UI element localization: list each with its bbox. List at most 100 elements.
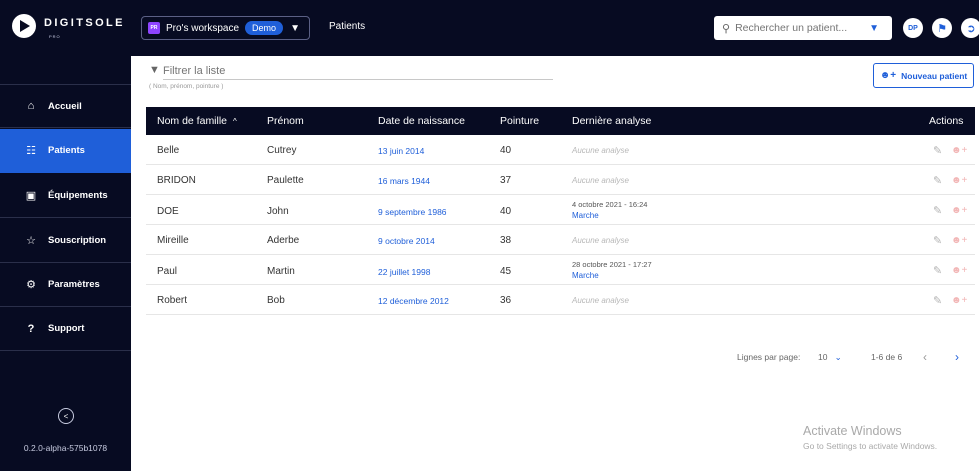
edit-icon[interactable]: ✎ xyxy=(933,234,942,247)
home-icon: ⌂ xyxy=(27,100,35,112)
sidebar-item-souscription[interactable]: ☆ Souscription xyxy=(0,219,131,263)
breadcrumb[interactable]: Patients xyxy=(329,21,365,32)
cell-lastname: Paul xyxy=(157,266,178,277)
cell-analysis: Aucune analyse xyxy=(572,236,629,245)
patient-search[interactable]: ⚲ ▼ xyxy=(714,16,892,40)
header-lastname-label: Nom de famille xyxy=(157,115,228,127)
cell-size: 45 xyxy=(500,266,512,277)
cell-size: 40 xyxy=(500,145,512,156)
sidebar-item-label: Accueil xyxy=(48,100,82,112)
rows-per-page-value: 10 xyxy=(818,352,828,362)
sidebar-item-support[interactable]: ? Support xyxy=(0,307,131,351)
cell-firstname: Aderbe xyxy=(267,235,300,246)
search-input[interactable] xyxy=(735,22,864,34)
gear-icon: ⚙ xyxy=(26,279,36,291)
cell-birthdate: 13 juin 2014 xyxy=(378,146,425,156)
sidebar-item-equipements[interactable]: ▣ Équipements xyxy=(0,174,131,218)
add-analysis-icon[interactable]: ☻+ xyxy=(951,265,967,276)
cell-firstname: Martin xyxy=(267,266,295,277)
cell-firstname: Bob xyxy=(267,295,285,306)
cell-birthdate: 9 septembre 1986 xyxy=(378,207,447,217)
cell-analysis-date: 4 octobre 2021 - 16:24 xyxy=(572,200,648,209)
cell-lastname: Robert xyxy=(157,295,188,306)
table-header: Nom de famille ^ Prénom Date de naissanc… xyxy=(146,107,975,135)
sidebar-item-accueil[interactable]: ⌂ Accueil xyxy=(0,84,131,128)
equipment-icon: ▣ xyxy=(25,190,37,202)
sidebar-item-label: Équipements xyxy=(48,190,108,201)
edit-icon[interactable]: ✎ xyxy=(933,174,942,187)
sidebar-item-label: Paramètres xyxy=(48,279,100,290)
brand-mark-icon xyxy=(12,14,36,38)
top-bar: DIGITSOLE PRO PR Pro's workspace Demo ▼ … xyxy=(0,0,979,56)
cell-lastname: Belle xyxy=(157,145,180,156)
table-row[interactable]: Belle Cutrey 13 juin 2014 40 Aucune anal… xyxy=(146,136,975,165)
add-analysis-icon[interactable]: ☻+ xyxy=(951,145,967,156)
add-analysis-icon[interactable]: ☻+ xyxy=(951,175,967,186)
chevron-right-icon[interactable]: › xyxy=(955,350,959,364)
cell-birthdate: 16 mars 1944 xyxy=(378,176,430,186)
brand-sub: PRO xyxy=(49,34,61,39)
workspace-badge: PR xyxy=(148,22,160,34)
cell-analysis: Aucune analyse xyxy=(572,296,629,305)
cell-firstname: Paulette xyxy=(267,175,304,186)
header-birthdate[interactable]: Date de naissance xyxy=(378,115,465,127)
table-row[interactable]: BRIDON Paulette 16 mars 1944 37 Aucune a… xyxy=(146,166,975,195)
cell-analysis-type[interactable]: Marche xyxy=(572,271,599,280)
header-actions: Actions xyxy=(929,115,964,127)
pagination-range: 1-6 de 6 xyxy=(871,352,903,362)
chevron-down-icon[interactable]: ▼ xyxy=(869,23,879,34)
new-patient-button[interactable]: ☻+ Nouveau patient xyxy=(873,63,974,88)
cell-firstname: Cutrey xyxy=(267,145,297,156)
workspace-selector[interactable]: PR Pro's workspace Demo ▼ xyxy=(141,16,310,40)
filter-icon: ▼ xyxy=(149,64,160,76)
cell-size: 36 xyxy=(500,295,512,306)
sidebar-item-patients[interactable]: ☷ Patients xyxy=(0,129,131,173)
sort-up-icon: ^ xyxy=(232,117,237,126)
header-firstname[interactable]: Prénom xyxy=(267,115,304,127)
user-avatar[interactable]: DP xyxy=(903,18,923,38)
brand-name: DIGITSOLE xyxy=(44,17,125,29)
add-analysis-icon[interactable]: ☻+ xyxy=(951,295,967,306)
filter-hint: ( Nom, prénom, pointure ) xyxy=(149,83,224,90)
header-lastname[interactable]: Nom de famille ^ xyxy=(157,115,237,127)
app-version: 0.2.0-alpha-575b1078 xyxy=(23,443,108,453)
header-last-analysis[interactable]: Dernière analyse xyxy=(572,115,651,127)
add-user-icon: ☻+ xyxy=(879,70,897,81)
cell-firstname: John xyxy=(267,206,289,217)
cell-size: 37 xyxy=(500,175,512,186)
cell-analysis: Aucune analyse xyxy=(572,176,629,185)
sidebar-item-parametres[interactable]: ⚙ Paramètres xyxy=(0,263,131,307)
add-analysis-icon[interactable]: ☻+ xyxy=(951,235,967,246)
cell-birthdate: 9 octobre 2014 xyxy=(378,236,435,246)
star-icon: ☆ xyxy=(26,235,36,247)
chevron-left-icon[interactable]: ‹ xyxy=(923,350,927,364)
chevron-down-icon: ⌄ xyxy=(829,352,842,362)
rows-per-page-select[interactable]: 10 ⌄ xyxy=(818,352,842,363)
edit-icon[interactable]: ✎ xyxy=(933,294,942,307)
add-analysis-icon[interactable]: ☻+ xyxy=(951,205,967,216)
chevron-down-icon: ▼ xyxy=(290,22,300,34)
brand-logo[interactable]: DIGITSOLE xyxy=(12,14,125,38)
edit-icon[interactable]: ✎ xyxy=(933,264,942,277)
table-row[interactable]: Paul Martin 22 juillet 1998 45 28 octobr… xyxy=(146,256,975,285)
edit-icon[interactable]: ✎ xyxy=(933,204,942,217)
search-icon: ⚲ xyxy=(722,22,731,35)
cell-birthdate: 22 juillet 1998 xyxy=(378,267,431,277)
table-row[interactable]: DOE John 9 septembre 1986 40 4 octobre 2… xyxy=(146,196,975,225)
rows-per-page-label: Lignes par page: xyxy=(737,352,801,362)
table-row[interactable]: Mireille Aderbe 9 octobre 2014 38 Aucune… xyxy=(146,226,975,255)
workspace-demo-tag: Demo xyxy=(245,21,284,35)
sidebar-item-label: Patients xyxy=(48,145,85,156)
cell-analysis-type[interactable]: Marche xyxy=(572,211,599,220)
notification-bell-icon[interactable]: ⚑ xyxy=(932,18,952,38)
table-row[interactable]: Robert Bob 12 décembre 2012 36 Aucune an… xyxy=(146,286,975,315)
logout-icon[interactable]: ➲ xyxy=(961,18,979,38)
cell-size: 40 xyxy=(500,206,512,217)
filter-input[interactable] xyxy=(163,62,553,80)
collapse-sidebar-icon[interactable]: < xyxy=(58,408,74,424)
edit-icon[interactable]: ✎ xyxy=(933,144,942,157)
header-size[interactable]: Pointure xyxy=(500,115,539,127)
sidebar-item-label: Support xyxy=(48,323,85,334)
new-patient-label: Nouveau patient xyxy=(901,70,968,81)
sidebar-item-label: Souscription xyxy=(48,235,107,246)
